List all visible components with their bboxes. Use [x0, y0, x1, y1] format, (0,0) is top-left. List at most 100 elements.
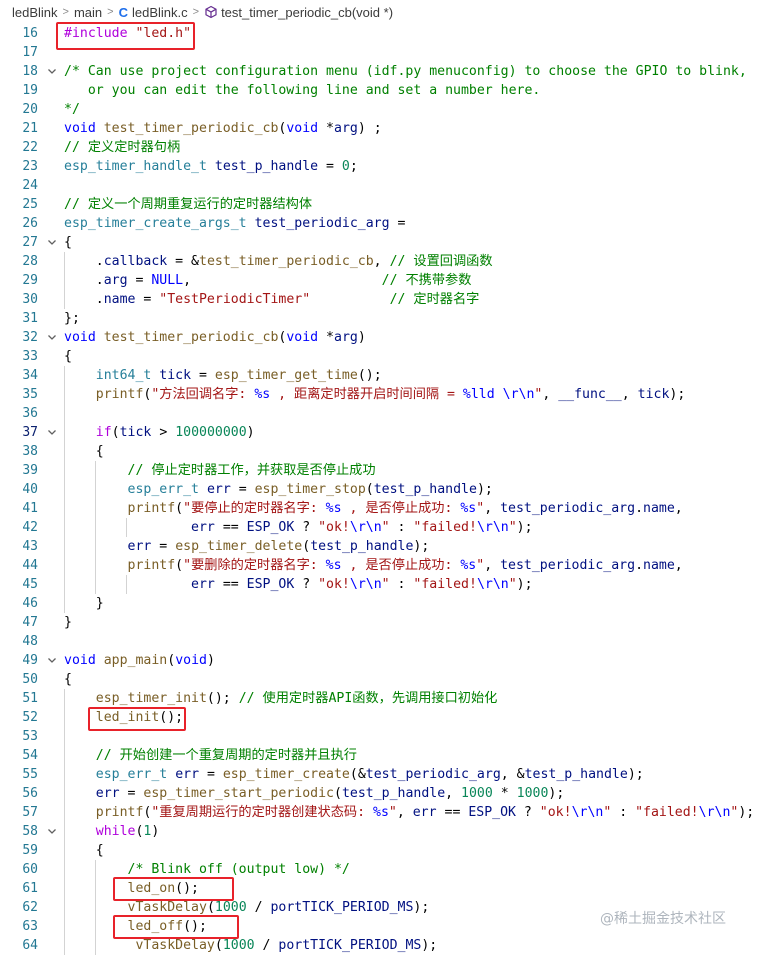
code-token: \r\n: [476, 520, 509, 535]
code-token: ==: [214, 520, 247, 535]
code-line[interactable]: 58 while(1): [0, 822, 769, 841]
code-token: , 距离定时器开启时间间隔 =: [270, 387, 463, 402]
breadcrumb-file[interactable]: ledBlink.c: [132, 5, 188, 20]
code-token: test_p_handle: [310, 539, 414, 554]
line-number: 47: [22, 615, 38, 630]
code-line[interactable]: 32 void test_timer_periodic_cb(void *arg): [0, 328, 769, 347]
code-text: }: [64, 613, 72, 632]
code-line[interactable]: 30 .name = "TestPeriodicTimer" // 定时器名字: [0, 290, 769, 309]
code-token: ,: [674, 558, 683, 573]
code-token: "要删除的定时器名字:: [183, 558, 326, 573]
line-number: 45: [22, 577, 38, 592]
fold-chevron-icon[interactable]: [46, 62, 58, 81]
code-line[interactable]: 55 esp_err_t err = esp_timer_create(&tes…: [0, 765, 769, 784]
code-token: ): [151, 824, 160, 839]
fold-chevron-icon[interactable]: [46, 328, 58, 347]
code-line[interactable]: 24: [0, 176, 769, 195]
code-text: {: [64, 670, 72, 689]
code-token: ==: [214, 577, 247, 592]
code-token: esp_timer_create: [222, 767, 350, 782]
code-line[interactable]: 37 if(tick > 100000000): [0, 423, 769, 442]
code-line[interactable]: 22 // 定义定时器句柄: [0, 138, 769, 157]
code-line[interactable]: 23 esp_timer_handle_t test_p_handle = 0;: [0, 157, 769, 176]
code-text: printf("方法回调名字: %s , 距离定时器开启时间间隔 = %lld …: [64, 385, 686, 404]
code-token: err: [191, 520, 215, 535]
breadcrumb-symbol[interactable]: test_timer_periodic_cb(void *): [204, 5, 393, 20]
code-line[interactable]: 56 err = esp_timer_start_periodic(test_p…: [0, 784, 769, 803]
code-line[interactable]: 21 void test_timer_periodic_cb(void *arg)…: [0, 119, 769, 138]
highlight-box-led-init: [88, 707, 186, 731]
code-line[interactable]: 59 {: [0, 841, 769, 860]
line-number: 50: [22, 672, 38, 687]
code-token: ": [508, 577, 517, 592]
highlight-box-include: [56, 22, 195, 50]
code-line[interactable]: 57 printf("重复周期运行的定时器创建状态码: %s", err == …: [0, 803, 769, 822]
code-line[interactable]: 43 err = esp_timer_delete(test_p_handle)…: [0, 537, 769, 556]
code-token: =: [119, 786, 144, 801]
code-text: */: [64, 100, 80, 119]
code-line[interactable]: 27 {: [0, 233, 769, 252]
code-token: (: [214, 938, 223, 953]
code-line[interactable]: 41 printf("要停止的定时器名字: %s , 是否停止成功: %s", …: [0, 499, 769, 518]
code-token: );: [627, 767, 644, 782]
code-line[interactable]: 31};: [0, 309, 769, 328]
code-line[interactable]: 48: [0, 632, 769, 651]
code-token: "ok!: [539, 805, 572, 820]
code-line[interactable]: 26 esp_timer_create_args_t test_periodic_…: [0, 214, 769, 233]
code-line[interactable]: 40 esp_err_t err = esp_timer_stop(test_p…: [0, 480, 769, 499]
code-token: test_timer_periodic_cb: [199, 254, 374, 269]
code-token: portTICK_PERIOD_MS: [278, 938, 422, 953]
code-token: ) ;: [357, 121, 382, 136]
line-number: 24: [22, 178, 38, 193]
code-line[interactable]: 47}: [0, 613, 769, 632]
code-line[interactable]: 45 err == ESP_OK ? "ok!\r\n" : "failed!\…: [0, 575, 769, 594]
fold-chevron-icon[interactable]: [46, 651, 58, 670]
code-text: while(1): [64, 822, 160, 841]
line-number: 43: [22, 539, 38, 554]
code-line[interactable]: 25 // 定义一个周期重复运行的定时器结构体: [0, 195, 769, 214]
code-token: portTICK_PERIOD_MS: [270, 900, 414, 915]
code-line[interactable]: 39 // 停止定时器工作，并获取是否停止成功: [0, 461, 769, 480]
fold-chevron-icon[interactable]: [46, 822, 58, 841]
method-cube-icon: [205, 5, 217, 19]
breadcrumb-project[interactable]: ledBlink: [12, 5, 58, 20]
line-number: 57: [22, 805, 38, 820]
code-line[interactable]: 50 {: [0, 670, 769, 689]
chevron-right-icon: >: [107, 6, 114, 18]
code-token: ,: [373, 254, 390, 269]
code-line[interactable]: 33 {: [0, 347, 769, 366]
code-line[interactable]: 51 esp_timer_init(); // 使用定时器API函数，先调用接口…: [0, 689, 769, 708]
code-token: void: [286, 121, 319, 136]
code-token: err: [95, 786, 120, 801]
code-token: ,: [183, 273, 382, 288]
code-token: %s: [460, 501, 477, 516]
watermark: @稀土掘金技术社区: [600, 911, 726, 927]
line-number: 28: [22, 254, 38, 269]
code-token: ESP_OK: [246, 520, 295, 535]
code-line[interactable]: 54 // 开始创建一个重复周期的定时器并且执行: [0, 746, 769, 765]
code-line[interactable]: 38 {: [0, 442, 769, 461]
code-line[interactable]: 36: [0, 404, 769, 423]
line-number: 60: [22, 862, 38, 877]
code-line[interactable]: 42 err == ESP_OK ? "ok!\r\n" : "failed!\…: [0, 518, 769, 537]
code-line[interactable]: 29 .arg = NULL, // 不携带参数: [0, 271, 769, 290]
code-line[interactable]: 28 .callback = &test_timer_periodic_cb, …: [0, 252, 769, 271]
breadcrumb-folder[interactable]: main: [74, 5, 102, 20]
code-line[interactable]: 49 void app_main(void): [0, 651, 769, 670]
code-text: .callback = &test_timer_periodic_cb, // …: [64, 252, 493, 271]
code-line[interactable]: 35 printf("方法回调名字: %s , 距离定时器开启时间间隔 = %l…: [0, 385, 769, 404]
code-line[interactable]: 20 */: [0, 100, 769, 119]
fold-chevron-icon[interactable]: [46, 233, 58, 252]
code-line[interactable]: 34 int64_t tick = esp_timer_get_time();: [0, 366, 769, 385]
line-number: 40: [22, 482, 38, 497]
code-token: ,: [542, 387, 559, 402]
code-line[interactable]: 18 /* Can use project configuration menu …: [0, 62, 769, 81]
code-line[interactable]: 19 or you can edit the following line an…: [0, 81, 769, 100]
code-line[interactable]: 44 printf("要删除的定时器名字: %s , 是否停止成功: %s", …: [0, 556, 769, 575]
code-token: err: [175, 767, 200, 782]
fold-chevron-icon[interactable]: [46, 423, 58, 442]
code-line[interactable]: 46 }: [0, 594, 769, 613]
